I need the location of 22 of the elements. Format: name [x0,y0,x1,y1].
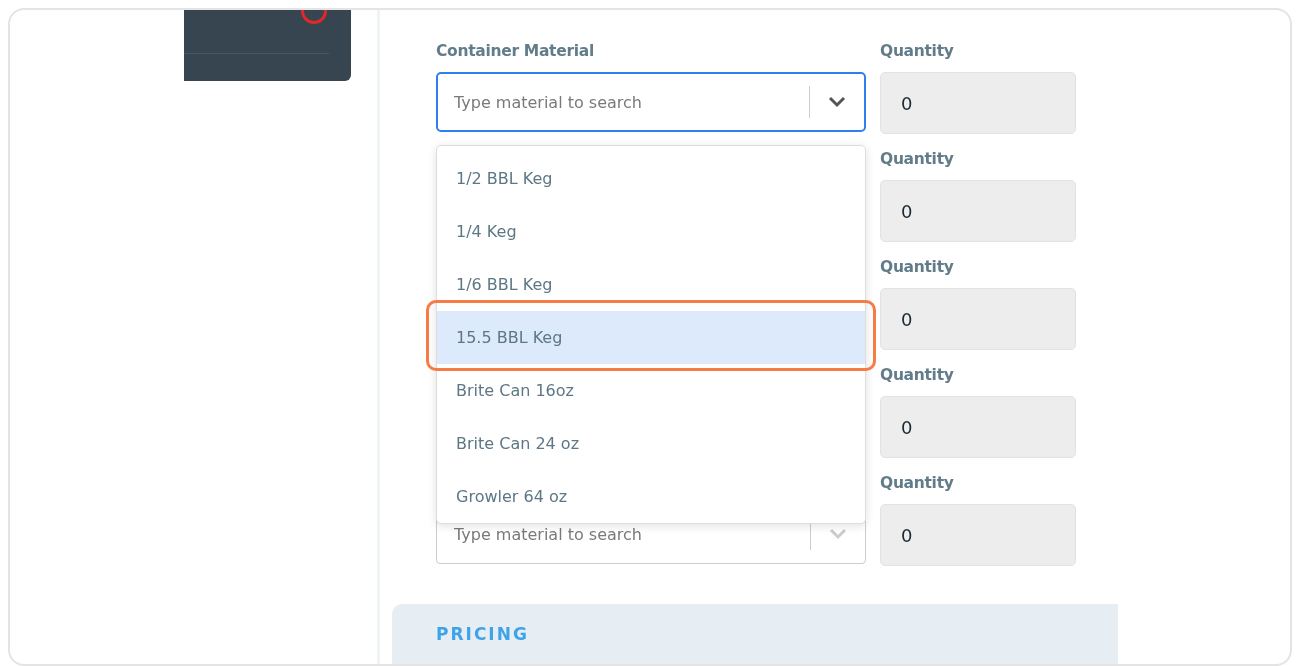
section-title: PRICING [436,624,529,644]
quantity-label: Quantity [880,150,955,170]
quantity-field[interactable]: 0 [880,504,1076,566]
quantity-field[interactable]: 0 [880,288,1076,350]
chevron-down-icon[interactable] [828,96,846,108]
dropdown-option[interactable]: Brite Can 24 oz [437,417,865,470]
quantity-field[interactable]: 0 [880,396,1076,458]
quantity-label: Quantity [880,42,955,62]
dropdown-option[interactable]: 1/6 BBL Keg [437,258,865,311]
quantity-label: Quantity [880,474,955,494]
quantity-field[interactable]: 0 [880,72,1076,134]
quantity-field[interactable]: 0 [880,180,1076,242]
material-search-input[interactable]: Type material to search [454,92,799,112]
field-label: Container Material [436,42,595,62]
material-search-input[interactable]: Type material to search [454,524,800,544]
quantity-label: Quantity [880,258,955,278]
dropdown-option[interactable]: 1/2 BBL Keg [437,152,865,205]
dropdown-option[interactable]: 15.5 BBL Keg [437,311,865,364]
quantity-label: Quantity [880,366,955,386]
dropdown-option[interactable]: 1/4 Keg [437,205,865,258]
dropdown-option[interactable]: Brite Can 16oz [437,364,865,417]
material-select[interactable]: Type material to search [436,72,866,132]
